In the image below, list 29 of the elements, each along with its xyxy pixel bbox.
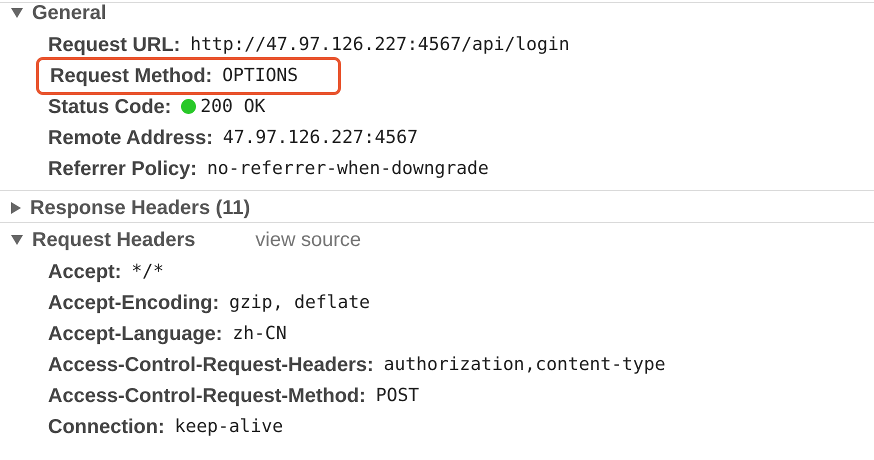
header-value: 47.97.126.227:4567 (222, 126, 418, 150)
header-value: http://47.97.126.227:4567/api/login (190, 33, 570, 57)
header-value: keep-alive (174, 415, 284, 439)
header-value: 200 OK (200, 95, 266, 119)
triangle-right-icon[interactable] (10, 201, 22, 215)
header-name: Request URL: (48, 32, 180, 58)
header-name: Referrer Policy: (48, 156, 197, 182)
header-value: OPTIONS (222, 64, 298, 88)
header-value: POST (376, 384, 420, 408)
header-name: Accept: (48, 260, 122, 284)
header-value: */* (131, 260, 164, 284)
header-value: authorization,content-type (384, 353, 666, 377)
header-name: Connection: (48, 414, 165, 440)
header-value: zh-CN (232, 322, 287, 346)
section-title[interactable]: Response Headers (11) (30, 193, 250, 223)
header-name: Access-Control-Request-Method: (48, 384, 366, 408)
section-title[interactable]: Request Headers (32, 225, 196, 255)
triangle-down-icon[interactable] (10, 7, 24, 19)
header-name: Status Code: (48, 94, 172, 120)
section-title[interactable]: General (32, 0, 106, 28)
header-name: Remote Address: (48, 126, 213, 150)
view-source-link[interactable]: view source (255, 225, 362, 255)
header-value: no-referrer-when-downgrade (206, 157, 489, 181)
header-name: Accept-Encoding: (48, 290, 220, 316)
header-name: Accept-Language: (48, 322, 222, 346)
triangle-down-icon[interactable] (10, 234, 24, 246)
header-name: Access-Control-Request-Headers: (48, 352, 374, 378)
header-value: gzip, deflate (229, 291, 370, 315)
header-name: Request Method: (50, 64, 212, 88)
